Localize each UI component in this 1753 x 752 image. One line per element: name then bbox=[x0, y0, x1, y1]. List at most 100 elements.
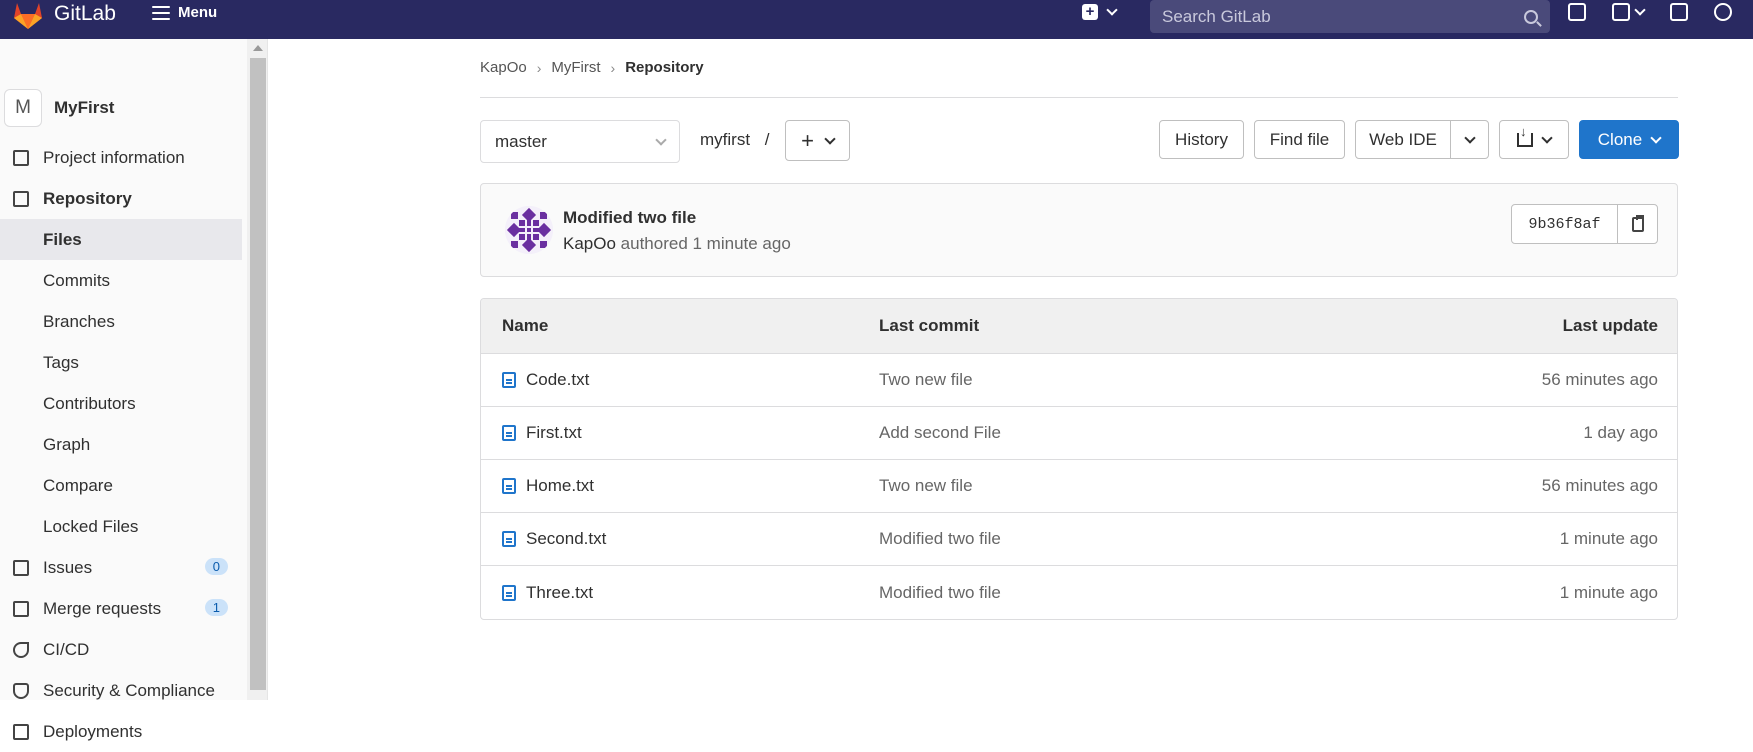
commit-sha-button[interactable]: 9b36f8af bbox=[1511, 204, 1618, 244]
sidebar-item-commits[interactable]: Commits bbox=[0, 260, 242, 301]
sidebar-item-tags[interactable]: Tags bbox=[0, 342, 242, 383]
sidebar-item-security-compliance[interactable]: Security & Compliance bbox=[0, 670, 242, 711]
info-doc-icon bbox=[13, 149, 29, 166]
sidebar-item-merge-requests[interactable]: Merge requests 1 bbox=[0, 588, 242, 629]
table-row[interactable]: Three.txt Modified two file 1 minute ago bbox=[481, 566, 1677, 619]
menu-label: Menu bbox=[178, 4, 218, 21]
file-icon bbox=[502, 372, 516, 388]
file-icon bbox=[502, 531, 516, 547]
navbar-icons bbox=[1568, 3, 1732, 21]
sidebar-item-repository[interactable]: Repository bbox=[0, 178, 242, 219]
breadcrumb-item-project[interactable]: MyFirst bbox=[551, 59, 600, 76]
sidebar-item-label: Project information bbox=[43, 147, 185, 167]
copy-sha-button[interactable] bbox=[1617, 204, 1658, 244]
project-name: MyFirst bbox=[54, 98, 115, 117]
sidebar-item-label: Repository bbox=[43, 188, 132, 208]
sidebar-item-project-information[interactable]: Project information bbox=[0, 137, 242, 178]
download-dropdown-button[interactable] bbox=[1499, 120, 1569, 159]
column-header-name: Name bbox=[502, 316, 549, 335]
sidebar-item-files[interactable]: Files bbox=[0, 219, 242, 260]
breadcrumb-separator-icon: › bbox=[610, 59, 616, 76]
branch-selector[interactable]: master bbox=[480, 120, 680, 163]
table-row[interactable]: Home.txt Two new file 56 minutes ago bbox=[481, 460, 1677, 513]
file-icon bbox=[502, 584, 516, 601]
file-last-commit-link[interactable]: Add second File bbox=[879, 423, 1379, 443]
sidebar-item-branches[interactable]: Branches bbox=[0, 301, 242, 342]
chevron-down-icon bbox=[1463, 131, 1476, 144]
file-name-link[interactable]: Code.txt bbox=[526, 370, 589, 390]
file-last-commit-link[interactable]: Modified two file bbox=[879, 583, 1379, 603]
file-name-link[interactable]: First.txt bbox=[526, 423, 582, 443]
merge-requests-dropdown[interactable] bbox=[1612, 3, 1646, 21]
file-last-commit-link[interactable]: Two new file bbox=[879, 370, 1379, 390]
breadcrumb-item-namespace[interactable]: KapOo bbox=[480, 59, 527, 76]
last-commit-panel: Modified two file KapOo authored 1 minut… bbox=[480, 183, 1678, 277]
sidebar-item-label: Graph bbox=[43, 434, 91, 454]
table-row[interactable]: Code.txt Two new file 56 minutes ago bbox=[481, 354, 1677, 407]
sidebar-item-deployments[interactable]: Deployments bbox=[0, 711, 242, 752]
table-row[interactable]: First.txt Add second File 1 day ago bbox=[481, 407, 1677, 460]
scroll-up-arrow-icon[interactable] bbox=[253, 45, 263, 51]
clone-button[interactable]: Clone bbox=[1579, 120, 1679, 159]
plus-icon: + bbox=[801, 127, 814, 153]
shield-icon bbox=[13, 682, 29, 699]
repo-path: myfirst / bbox=[700, 130, 770, 150]
breadcrumb-item-current[interactable]: Repository bbox=[625, 59, 703, 76]
file-last-update: 1 day ago bbox=[1583, 423, 1658, 442]
sidebar-item-compare[interactable]: Compare bbox=[0, 465, 242, 506]
sidebar-item-ci-cd[interactable]: CI/CD bbox=[0, 629, 242, 670]
web-ide-button[interactable]: Web IDE bbox=[1355, 120, 1451, 159]
merge-request-nav-icon bbox=[1612, 3, 1630, 21]
chevron-down-icon bbox=[1106, 4, 1118, 16]
todos-icon[interactable] bbox=[1670, 3, 1688, 21]
sidebar-item-contributors[interactable]: Contributors bbox=[0, 383, 242, 424]
table-header: Name Last commit Last update bbox=[481, 299, 1677, 354]
file-last-commit-link[interactable]: Modified two file bbox=[879, 529, 1379, 549]
repo-path-root[interactable]: myfirst bbox=[700, 130, 750, 149]
menu-button[interactable]: Menu bbox=[152, 4, 217, 21]
file-name-link[interactable]: Second.txt bbox=[526, 529, 606, 549]
file-last-update: 56 minutes ago bbox=[1541, 476, 1658, 495]
issues-count-badge: 0 bbox=[204, 558, 228, 575]
deployments-icon bbox=[13, 723, 29, 740]
sidebar-item-label: Issues bbox=[43, 557, 93, 577]
sidebar-item-locked-files[interactable]: Locked Files bbox=[0, 506, 242, 547]
search-box[interactable] bbox=[1150, 0, 1550, 33]
sidebar-item-label: Locked Files bbox=[43, 516, 139, 536]
sidebar-scrollbar-thumb[interactable] bbox=[250, 58, 266, 690]
file-icon bbox=[502, 425, 516, 441]
commit-meta: KapOo authored 1 minute ago bbox=[563, 234, 791, 254]
column-header-last-commit: Last commit bbox=[879, 316, 980, 335]
sidebar-item-label: Contributors bbox=[43, 393, 136, 413]
gitlab-brand[interactable]: GitLab bbox=[54, 2, 116, 26]
column-header-last-update: Last update bbox=[1562, 316, 1658, 335]
file-name-link[interactable]: Home.txt bbox=[526, 476, 594, 496]
chevron-down-icon bbox=[1541, 131, 1553, 144]
download-icon bbox=[1517, 124, 1533, 147]
sidebar-item-label: Security & Compliance bbox=[43, 680, 215, 700]
gitlab-logo-icon[interactable] bbox=[12, 0, 44, 30]
sidebar-item-issues[interactable]: Issues 0 bbox=[0, 547, 242, 588]
new-dropdown-button[interactable]: + bbox=[1082, 4, 1118, 20]
sidebar-item-graph[interactable]: Graph bbox=[0, 424, 242, 465]
find-file-button[interactable]: Find file bbox=[1254, 120, 1345, 159]
commit-title[interactable]: Modified two file bbox=[563, 208, 696, 228]
project-header[interactable]: M MyFirst bbox=[4, 89, 114, 127]
author-avatar[interactable] bbox=[505, 206, 553, 254]
file-last-commit-link[interactable]: Two new file bbox=[879, 476, 1379, 496]
table-row[interactable]: Second.txt Modified two file 1 minute ag… bbox=[481, 513, 1677, 566]
history-button[interactable]: History bbox=[1159, 120, 1244, 159]
clone-label: Clone bbox=[1597, 129, 1643, 149]
file-name-link[interactable]: Three.txt bbox=[526, 583, 593, 603]
web-ide-dropdown-button[interactable] bbox=[1450, 120, 1489, 159]
issues-nav-icon[interactable] bbox=[1568, 3, 1586, 21]
sidebar-item-label: Branches bbox=[43, 311, 115, 331]
search-input[interactable] bbox=[1162, 6, 1524, 27]
commit-author[interactable]: KapOo bbox=[563, 234, 616, 253]
chevron-down-icon bbox=[1634, 4, 1646, 16]
branch-name: master bbox=[495, 131, 547, 151]
help-icon[interactable] bbox=[1714, 3, 1732, 21]
sidebar-item-label: Deployments bbox=[43, 721, 143, 741]
sidebar-item-label: Tags bbox=[43, 352, 79, 372]
add-to-tree-button[interactable]: + bbox=[785, 120, 850, 161]
